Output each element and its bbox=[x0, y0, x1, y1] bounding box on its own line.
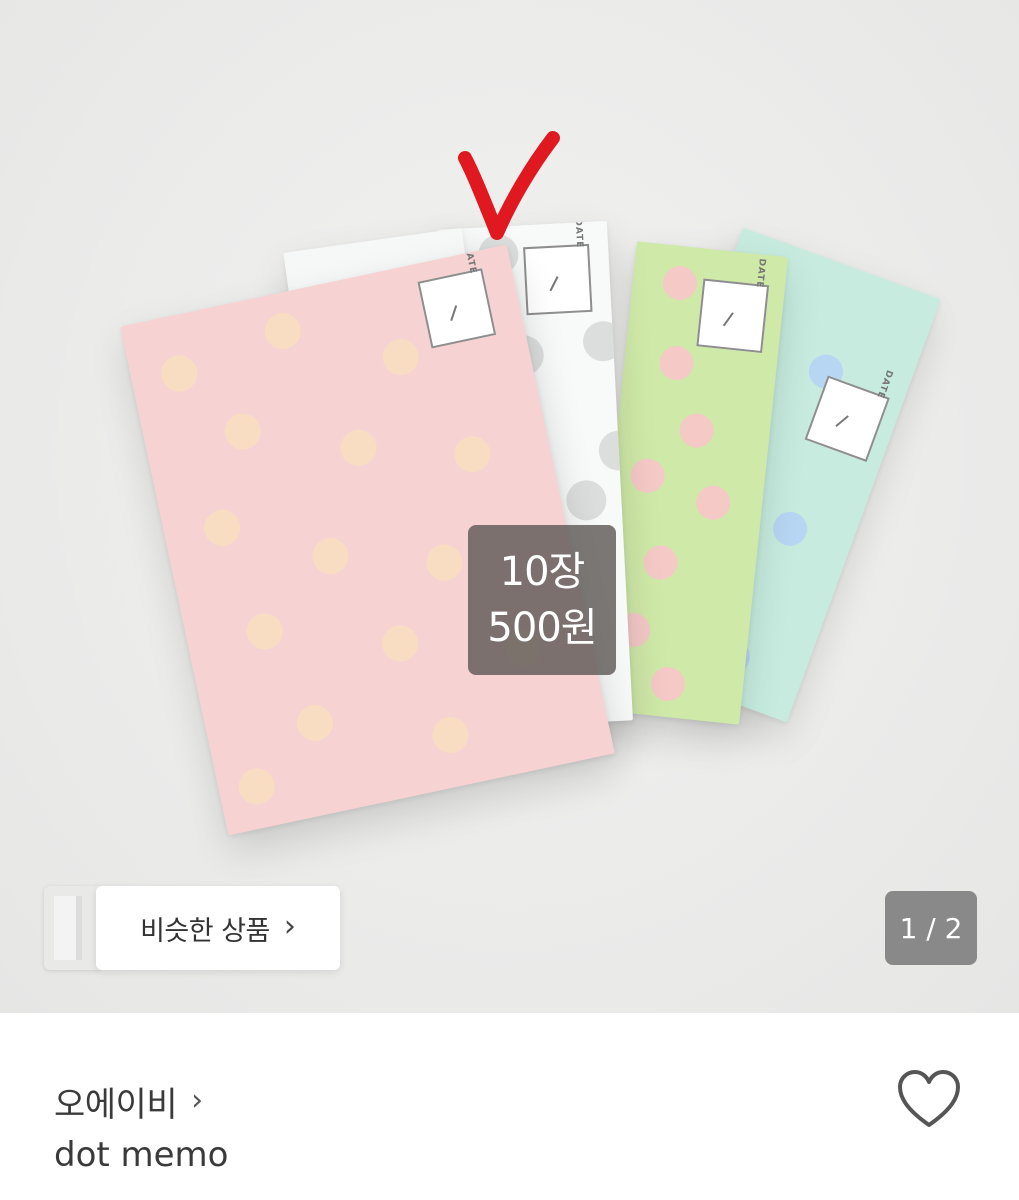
checkmark-icon bbox=[458, 131, 560, 240]
heart-icon[interactable] bbox=[896, 1069, 962, 1129]
similar-products-pill[interactable]: 비슷한 상품 › bbox=[96, 886, 340, 970]
quantity-label: 10장 bbox=[499, 549, 586, 595]
product-info: 오에이비 › dot memo bbox=[0, 1013, 1019, 1200]
similar-products-button[interactable]: 비슷한 상품 › bbox=[44, 886, 340, 970]
product-image-carousel[interactable]: DATE DATE DATE DATE 10장 500원 비슷한 상품 › 1 … bbox=[0, 0, 1019, 1013]
similar-products-label: 비슷한 상품 bbox=[140, 915, 270, 947]
chevron-right-icon: › bbox=[191, 1083, 204, 1118]
shop-link[interactable]: 오에이비 › bbox=[54, 1077, 203, 1126]
similar-products-thumbnail bbox=[44, 886, 100, 970]
shop-name: 오에이비 bbox=[54, 1085, 178, 1125]
price-badge: 10장 500원 bbox=[468, 525, 616, 675]
image-page-indicator: 1 / 2 bbox=[885, 891, 977, 965]
price-label: 500원 bbox=[487, 605, 597, 651]
chevron-right-icon: › bbox=[283, 908, 296, 944]
product-title: dot memo bbox=[54, 1135, 229, 1175]
